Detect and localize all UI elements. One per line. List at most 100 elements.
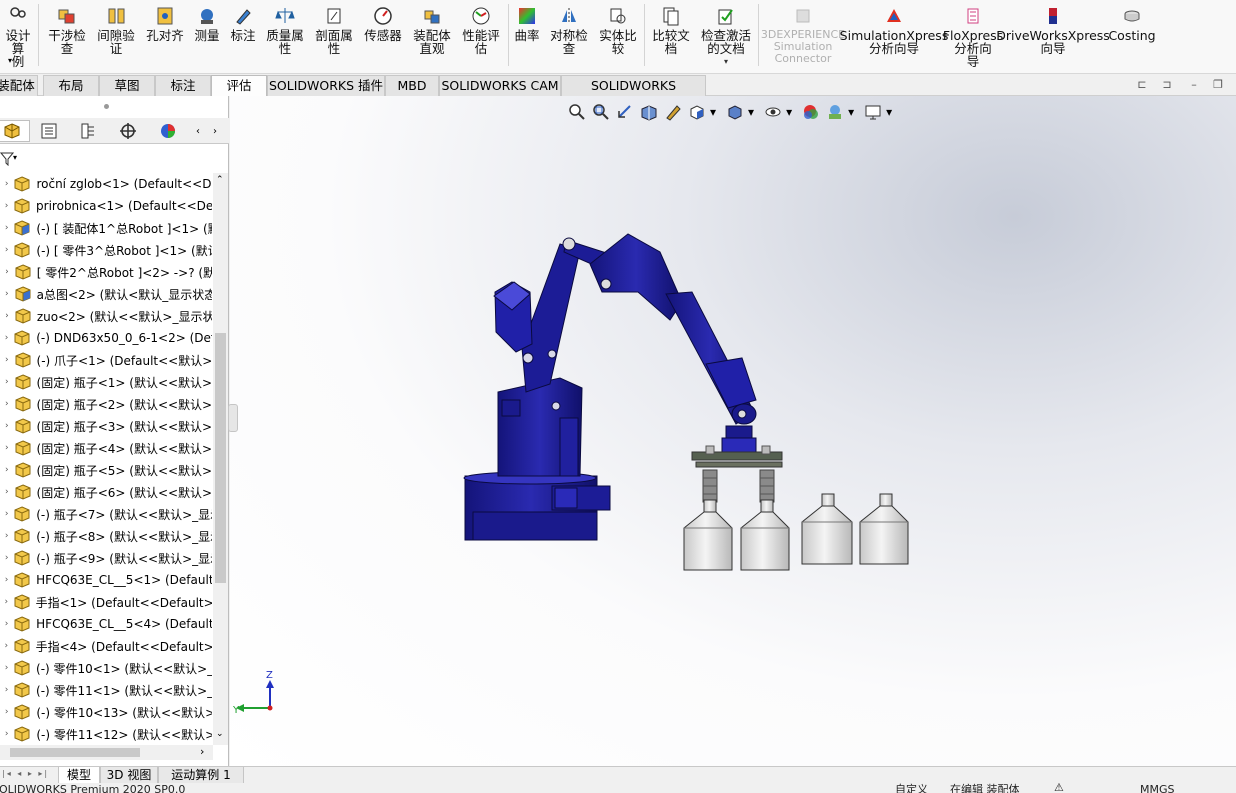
assembly-visualization-button[interactable]: 装配体 直观 — [409, 2, 455, 70]
tab-configurationmanager[interactable] — [70, 120, 106, 142]
expand-chevron-icon[interactable]: › — [0, 223, 13, 233]
tree-item[interactable]: › zuo<2> (默认<<默认>_显示状 — [0, 305, 212, 327]
gripper-fingers[interactable] — [702, 469, 775, 503]
tree-horizontal-scrollbar[interactable]: › — [0, 745, 213, 760]
costing-button[interactable]: Costing — [1106, 2, 1158, 70]
rebuild-icon[interactable]: ⚠ — [1054, 783, 1064, 793]
expand-chevron-icon[interactable]: › — [0, 333, 13, 343]
sensor-button[interactable]: 传感器 — [360, 2, 406, 70]
graphics-area[interactable]: ▾ ▾ ▾ ▾ ▾ Z Y — [228, 96, 1236, 766]
expand-chevron-icon[interactable]: › — [0, 289, 14, 299]
tab-markup[interactable]: 标注 — [155, 75, 211, 96]
robot-upper-arm[interactable] — [493, 243, 581, 393]
tab-dimxpertmanager[interactable] — [110, 120, 146, 142]
robot-link[interactable] — [562, 233, 683, 321]
tree-item[interactable]: › (-) 零件10<13> (默认<<默认>_ — [0, 701, 212, 723]
panel-grip-icon[interactable] — [104, 104, 109, 109]
tab-mbd[interactable]: MBD — [385, 75, 439, 96]
expand-chevron-icon[interactable]: › — [0, 377, 14, 387]
robot-wrist[interactable] — [721, 425, 757, 453]
robot-forearm[interactable] — [665, 291, 757, 425]
chevron-right-icon[interactable]: › — [200, 745, 204, 759]
mass-properties-button[interactable]: 质量属 性 — [262, 2, 308, 70]
tab-scroll-arrows[interactable]: |◂ ◂ ▸ ▸| — [2, 769, 49, 778]
interference-check-button[interactable]: 干涉检 查 — [44, 2, 90, 70]
bottle[interactable] — [859, 493, 909, 565]
expand-chevron-icon[interactable]: › — [0, 685, 13, 695]
check-active-document-button[interactable]: 检查激活 的文档 ▾ — [697, 2, 755, 70]
tab-solidworks-cam[interactable]: SOLIDWORKS CAM — [439, 75, 561, 96]
previous-pane-icon[interactable]: ⊏ — [1136, 79, 1148, 91]
tree-item[interactable]: › (固定) 瓶子<5> (默认<<默认>_ — [0, 459, 212, 481]
tree-filter[interactable]: ▾ — [0, 148, 229, 170]
markup-button[interactable]: 标注 — [227, 2, 259, 70]
tree-item[interactable]: › (-) 零件11<1> (默认<<默认>_显 — [0, 679, 212, 701]
restore-icon[interactable]: ❐ — [1212, 79, 1224, 91]
tree-item[interactable]: › (-) [ 装配体1^总Robot ]<1> (默 — [0, 217, 212, 239]
tab-evaluate[interactable]: 评估 — [211, 75, 267, 96]
bottle[interactable] — [683, 499, 733, 571]
section-properties-button[interactable]: 剖面属 性 — [311, 2, 357, 70]
expand-chevron-icon[interactable]: › — [0, 707, 13, 717]
floxpress-button[interactable]: FloXpress 分析向 导 — [943, 2, 1003, 70]
status-units[interactable]: MMGS — [1140, 783, 1175, 793]
tree-item[interactable]: › (-) 零件11<12> (默认<<默认>_ — [0, 723, 212, 743]
tree-item[interactable]: › (-) 爪子<1> (Default<<默认>_ — [0, 349, 212, 371]
tree-item[interactable]: › (-) 瓶子<9> (默认<<默认>_显示 — [0, 547, 212, 569]
tab-sketch[interactable]: 草图 — [99, 75, 155, 96]
chevron-down-icon[interactable]: ▾ — [8, 56, 12, 65]
robot-waist[interactable] — [497, 377, 583, 477]
orientation-triad[interactable]: Z Y — [232, 670, 274, 716]
tab-model[interactable]: 模型 — [58, 767, 100, 784]
robot-base[interactable] — [463, 471, 611, 541]
tree-item[interactable]: › 手指<1> (Default<<Default>_显 — [0, 591, 212, 613]
tab-solidworks-addins[interactable]: SOLIDWORKS 插件 — [267, 75, 385, 96]
clearance-verification-button[interactable]: 间隙验 证 — [93, 2, 139, 70]
symmetry-check-button[interactable]: 对称检 查 — [546, 2, 592, 70]
tab-3d-views[interactable]: 3D 视图 — [100, 767, 158, 784]
chevron-up-icon[interactable]: ⌃ — [216, 175, 224, 185]
tree-item[interactable]: › HFCQ63E_CL__5<4> (Default< — [0, 613, 212, 635]
expand-chevron-icon[interactable]: › — [0, 729, 13, 739]
expand-chevron-icon[interactable]: › — [0, 553, 13, 563]
tab-featuremanager[interactable] — [0, 120, 30, 142]
expand-chevron-icon[interactable]: › — [0, 179, 13, 189]
tab-motion-study[interactable]: 运动算例 1 — [158, 767, 244, 784]
tab-layout[interactable]: 布局 — [43, 75, 99, 96]
bottle[interactable] — [801, 493, 853, 565]
tree-item[interactable]: › (固定) 瓶子<2> (默认<<默认>_ — [0, 393, 212, 415]
tab-assembly[interactable]: 装配体 — [0, 75, 38, 96]
measure-button[interactable]: 测量 — [189, 2, 225, 70]
tree-item[interactable]: › (固定) 瓶子<1> (默认<<默认>_ — [0, 371, 212, 393]
3dexperience-connector-button[interactable]: 3DEXPERIENCE Simulation Connector — [761, 2, 845, 70]
tree-item[interactable]: › (固定) 瓶子<6> (默认<<默认>_ — [0, 481, 212, 503]
tree-item[interactable]: › prirobnica<1> (Default<<Defa — [0, 195, 212, 217]
expand-chevron-icon[interactable]: › — [0, 443, 14, 453]
expand-chevron-icon[interactable]: › — [0, 465, 14, 475]
expand-chevron-icon[interactable]: › — [0, 663, 13, 673]
expand-chevron-icon[interactable]: › — [0, 641, 13, 651]
tree-item[interactable]: › (固定) 瓶子<3> (默认<<默认>_ — [0, 415, 212, 437]
tab-solidworks-inspection[interactable]: SOLIDWORKS Inspection — [561, 75, 706, 113]
design-study-button[interactable]: 设计算 例 — [0, 2, 36, 70]
expand-chevron-icon[interactable]: › — [0, 575, 13, 585]
minimize-icon[interactable]: – — [1188, 79, 1200, 91]
driveworksxpress-button[interactable]: DriveWorksXpress 向导 — [996, 2, 1110, 70]
expand-chevron-icon[interactable]: › — [0, 509, 13, 519]
simulationxpress-button[interactable]: SimulationXpress 分析向导 — [840, 2, 948, 70]
expand-chevron-icon[interactable]: › — [0, 201, 13, 211]
tree-item[interactable]: › (-) 瓶子<7> (默认<<默认>_显示 — [0, 503, 212, 525]
tree-item[interactable]: › (-) DND63x50_0_6-1<2> (Defa — [0, 327, 212, 349]
robot-assembly-model[interactable]: Z Y — [230, 96, 1236, 766]
chevron-down-icon[interactable]: ▾ — [724, 55, 728, 68]
next-pane-icon[interactable]: ⊐ — [1161, 79, 1173, 91]
expand-chevron-icon[interactable]: › — [0, 531, 13, 541]
scrollbar-thumb[interactable] — [10, 748, 140, 757]
expand-chevron-icon[interactable]: › — [0, 399, 14, 409]
tree-item[interactable]: › (-) 瓶子<8> (默认<<默认>_显示 — [0, 525, 212, 547]
chevron-down-icon[interactable]: ⌄ — [216, 729, 224, 739]
bottle[interactable] — [740, 499, 790, 571]
tree-item[interactable]: › 手指<4> (Default<<Default>_显 — [0, 635, 212, 657]
tab-propertymanager[interactable] — [31, 120, 67, 142]
expand-chevron-icon[interactable]: › — [0, 245, 13, 255]
